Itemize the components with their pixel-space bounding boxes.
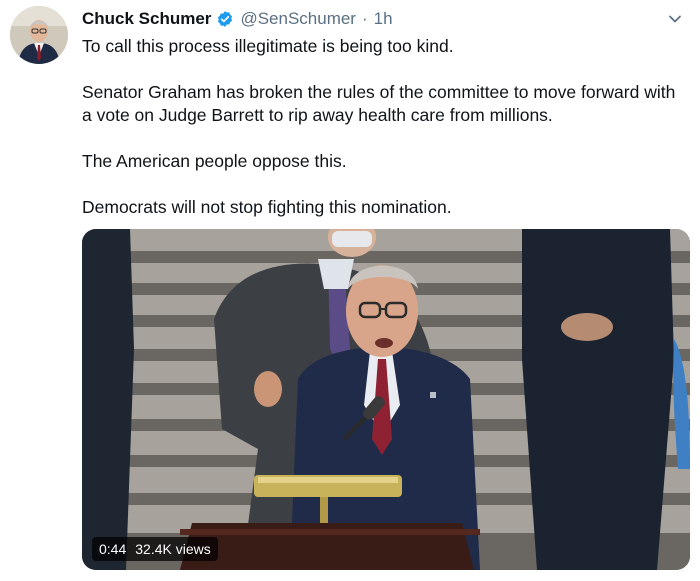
verified-badge-icon <box>216 10 234 28</box>
video-duration: 0:44 <box>99 541 127 557</box>
avatar-image <box>10 6 68 64</box>
tweet-paragraph: The American people oppose this. <box>82 151 347 171</box>
tweet-text: To call this process illegitimate is bei… <box>82 35 682 242</box>
video-views: 32.4K views <box>135 541 211 557</box>
timestamp[interactable]: 1h <box>374 9 393 29</box>
chevron-down-icon[interactable] <box>664 8 686 30</box>
tweet-header: Chuck Schumer @SenSchumer · 1h <box>82 8 393 30</box>
tweet-paragraph: Democrats will not stop fighting this no… <box>82 197 452 217</box>
separator-dot: · <box>361 9 368 28</box>
tweet-paragraph: Senator Graham has broken the rules of t… <box>82 82 676 125</box>
avatar[interactable] <box>10 6 68 64</box>
video-stats-badge: 0:44 32.4K views <box>92 537 218 561</box>
video-frame-image <box>82 229 690 570</box>
video-player[interactable]: 0:44 32.4K views <box>82 229 690 570</box>
author-handle[interactable]: @SenSchumer <box>240 9 356 29</box>
tweet-paragraph: To call this process illegitimate is bei… <box>82 36 454 56</box>
author-name[interactable]: Chuck Schumer <box>82 9 211 29</box>
